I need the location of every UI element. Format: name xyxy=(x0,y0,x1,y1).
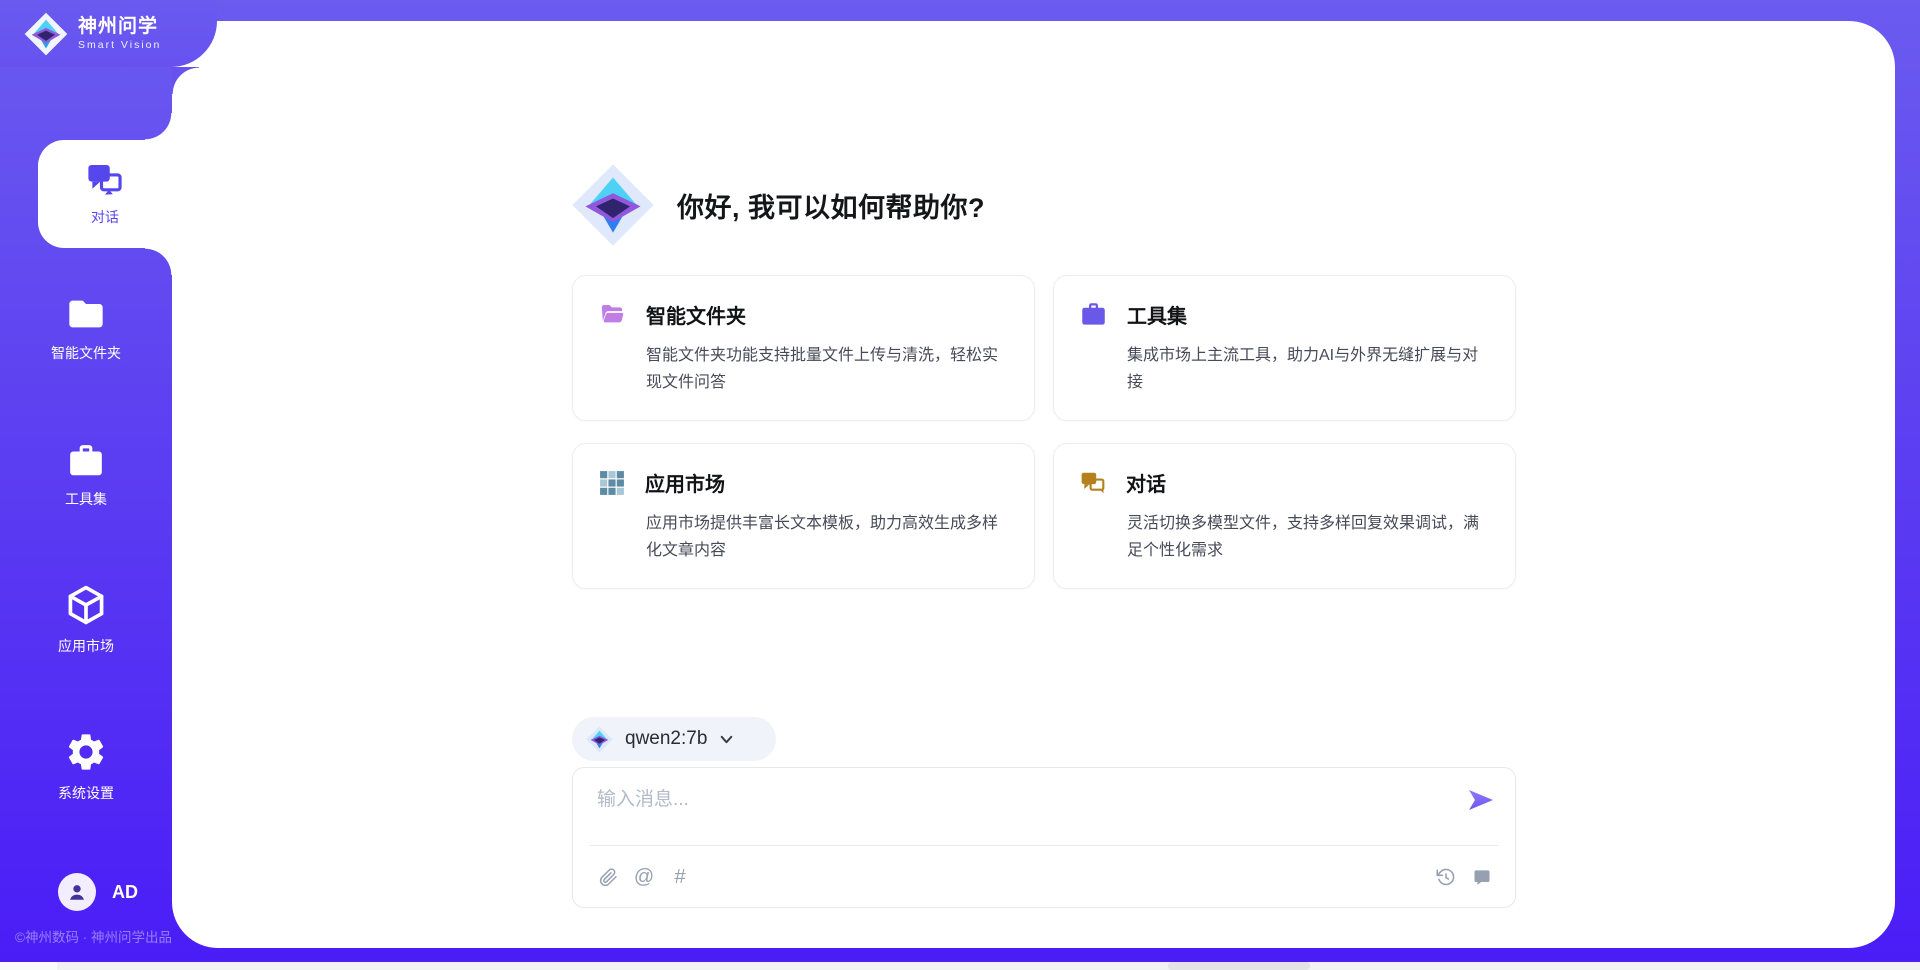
app-logo: 神州问学 Smart Vision xyxy=(24,12,161,56)
card-toolset[interactable]: 工具集 集成市场上主流工具，助力AI与外界无缝扩展与对接 xyxy=(1053,275,1516,421)
sidebar-item-label: 智能文件夹 xyxy=(51,343,121,363)
mention-button[interactable]: @ xyxy=(631,864,657,890)
history-button[interactable] xyxy=(1433,864,1459,890)
sidebar-item-label: 对话 xyxy=(91,207,119,227)
sidebar-item-app-market[interactable]: 应用市场 xyxy=(0,583,172,656)
send-icon xyxy=(1468,789,1494,811)
composer-toolbar: @ # xyxy=(595,856,1495,898)
model-selector[interactable]: qwen2:7b xyxy=(572,717,776,761)
sidebar-item-toolset[interactable]: 工具集 xyxy=(0,442,172,509)
paperclip-icon xyxy=(599,868,618,887)
person-icon xyxy=(66,881,88,903)
send-button[interactable] xyxy=(1467,788,1495,812)
grid-icon xyxy=(599,470,625,496)
card-title: 智能文件夹 xyxy=(646,300,746,329)
card-description: 智能文件夹功能支持批量文件上传与清洗，轻松实现文件问答 xyxy=(646,342,1010,396)
hashtag-button[interactable]: # xyxy=(667,864,693,890)
card-description: 集成市场上主流工具，助力AI与外界无缝扩展与对接 xyxy=(1127,342,1491,396)
sidebar-item-label: 系统设置 xyxy=(58,783,114,803)
card-description: 灵活切换多模型文件，支持多样回复效果调试，满足个性化需求 xyxy=(1127,510,1491,564)
briefcase-icon xyxy=(67,442,105,480)
cube-icon xyxy=(64,583,108,627)
history-icon xyxy=(1436,867,1456,887)
sidebar-item-chat[interactable]: 对话 xyxy=(38,140,172,248)
briefcase-icon xyxy=(1080,301,1107,328)
message-mode-button[interactable] xyxy=(1469,864,1495,890)
chat-icon xyxy=(1080,470,1106,496)
card-title: 工具集 xyxy=(1127,300,1187,329)
card-description: 应用市场提供丰富长文本模板，助力高效生成多样化文章内容 xyxy=(646,510,1010,564)
user-account[interactable]: AD xyxy=(58,873,138,911)
message-input[interactable] xyxy=(597,786,1437,814)
sidebar-item-settings[interactable]: 系统设置 xyxy=(0,730,172,803)
diamond-logo-icon xyxy=(24,12,68,56)
user-initials: AD xyxy=(112,882,138,903)
card-title: 应用市场 xyxy=(645,468,725,497)
app-subtitle: Smart Vision xyxy=(78,38,161,52)
app-page: 你好, 我可以如何帮助你? 智能文件夹 智能文件夹功能支持批量文件上传与清洗，轻… xyxy=(0,0,1920,970)
sidebar-item-smart-folder[interactable]: 智能文件夹 xyxy=(0,294,172,363)
app-name: 神州问学 xyxy=(78,16,161,38)
chevron-down-icon xyxy=(719,732,734,747)
logo-flare xyxy=(172,67,199,94)
hash-icon: # xyxy=(674,867,685,887)
avatar xyxy=(58,873,96,911)
composer: @ # xyxy=(572,767,1516,908)
sidebar-item-label: 应用市场 xyxy=(58,636,114,656)
sidebar-footer: ©神州数码 · 神州问学出品 xyxy=(15,926,172,946)
sidebar: 神州问学 Smart Vision 对话 智能文件夹 xyxy=(0,0,172,970)
horizontal-scrollbar xyxy=(0,962,1920,970)
card-title: 对话 xyxy=(1126,468,1166,497)
at-icon: @ xyxy=(634,867,654,887)
folder-icon xyxy=(66,294,106,334)
attach-button[interactable] xyxy=(595,864,621,890)
folder-open-icon xyxy=(599,301,626,328)
model-name: qwen2:7b xyxy=(625,728,707,750)
greeting-row: 你好, 我可以如何帮助你? xyxy=(571,161,985,249)
brand-diamond-icon xyxy=(571,161,655,249)
card-chat[interactable]: 对话 灵活切换多模型文件，支持多样回复效果调试，满足个性化需求 xyxy=(1053,443,1516,589)
card-app-market[interactable]: 应用市场 应用市场提供丰富长文本模板，助力高效生成多样化文章内容 xyxy=(572,443,1035,589)
feature-cards: 智能文件夹 智能文件夹功能支持批量文件上传与清洗，轻松实现文件问答 工具集 集成… xyxy=(572,275,1516,589)
gear-icon xyxy=(64,730,108,774)
main-panel: 你好, 我可以如何帮助你? 智能文件夹 智能文件夹功能支持批量文件上传与清洗，轻… xyxy=(172,21,1895,948)
greeting-title: 你好, 我可以如何帮助你? xyxy=(677,186,985,225)
sidebar-item-label: 工具集 xyxy=(65,489,107,509)
diamond-logo-icon xyxy=(586,726,613,753)
composer-divider xyxy=(589,845,1499,846)
message-icon xyxy=(1472,867,1492,887)
card-smart-folder[interactable]: 智能文件夹 智能文件夹功能支持批量文件上传与清洗，轻松实现文件问答 xyxy=(572,275,1035,421)
chat-icon xyxy=(86,161,124,199)
scrollbar-thumb[interactable] xyxy=(1168,962,1310,970)
